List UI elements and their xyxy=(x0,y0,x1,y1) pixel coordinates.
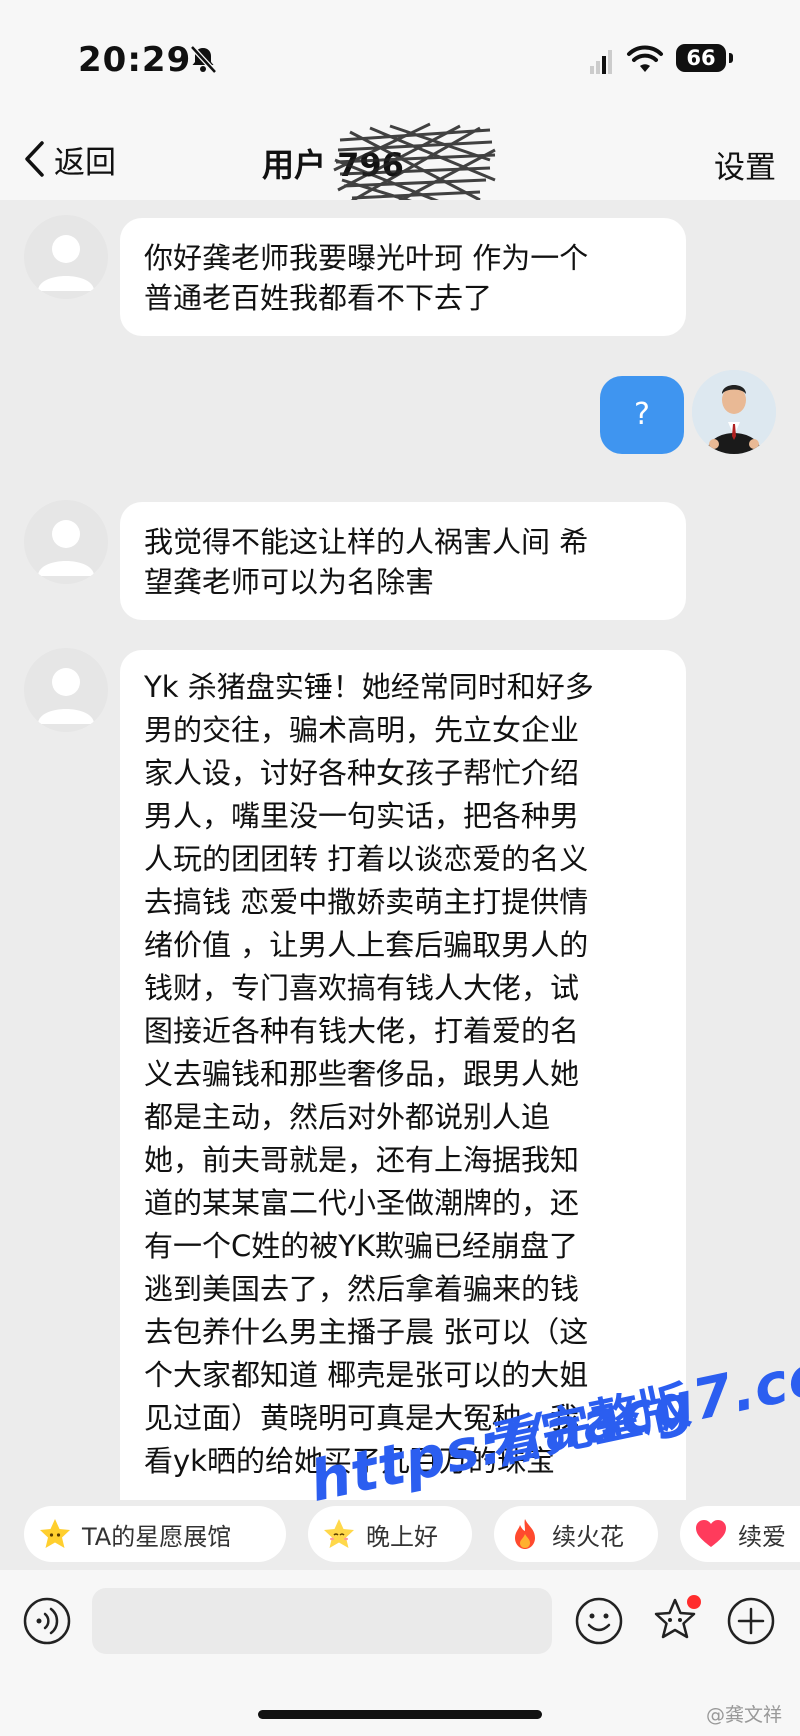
quick-reply-label: 晚上好 xyxy=(366,1522,438,1551)
message-line: 男的交往，骗术高明，先立女企业 xyxy=(144,713,580,747)
input-bar: @龚文祥 xyxy=(0,1570,800,1736)
back-button[interactable]: 返回 xyxy=(22,134,116,184)
message-line: 你好龚老师我要曝光叶珂 作为一个 xyxy=(144,241,589,275)
redaction-scribble xyxy=(333,122,496,208)
message-line: 去包养什么男主播子晨 张可以（这 xyxy=(144,1315,589,1349)
chevron-left-icon xyxy=(25,141,44,177)
user-photo-icon xyxy=(692,370,776,454)
message-line: 人玩的团团转 打着以谈恋爱的名义 xyxy=(144,842,589,876)
message-line: 有一个C姓的被YK欺骗已经崩盘了 xyxy=(144,1229,578,1263)
home-indicator xyxy=(258,1710,542,1719)
message-line: 都是主动，然后对外都说别人追 xyxy=(144,1100,551,1134)
message-input[interactable] xyxy=(92,1588,552,1654)
message-line: 图接近各种有钱大佬，打着爱的名 xyxy=(144,1014,580,1048)
message-line: 绪价值 ，让男人上套后骗取男人的 xyxy=(144,928,589,962)
contact-avatar[interactable] xyxy=(24,500,108,584)
message-line: 她，前夫哥就是，还有上海据我知 xyxy=(144,1143,580,1177)
message-line: 逃到美国去了，然后拿着骗来的钱 xyxy=(144,1272,580,1306)
message-line: 望龚老师可以为名除害 xyxy=(144,565,435,599)
default-avatar-icon xyxy=(38,520,94,576)
weibo-watermark: @龚文祥 xyxy=(705,1704,782,1726)
own-message-bubble[interactable]: ? xyxy=(600,376,684,454)
quick-reply-chip[interactable]: 续爱 xyxy=(680,1506,800,1562)
fire-icon xyxy=(515,1519,535,1549)
message-bubble[interactable]: 你好龚老师我要曝光叶珂 作为一个 普通老百姓我都看不下去了 xyxy=(120,218,686,336)
bell-muted-icon xyxy=(190,45,217,74)
plus-icon[interactable] xyxy=(726,1596,776,1646)
message-line: 道的某某富二代小圣做潮牌的，还 xyxy=(144,1186,580,1220)
quick-reply-chip[interactable]: TA的星愿展馆 xyxy=(24,1506,286,1562)
status-bar: 20:29 66 xyxy=(0,0,800,120)
heart-icon xyxy=(696,1520,726,1547)
contact-avatar[interactable] xyxy=(24,648,108,732)
wifi-icon xyxy=(627,45,663,72)
message-line: 我觉得不能这让样的人祸害人间 希 xyxy=(144,525,589,559)
contact-avatar[interactable] xyxy=(24,215,108,299)
message-line: 家人设，讨好各种女孩子帮忙介绍 xyxy=(144,756,580,790)
message-line: 普通老百姓我都看不下去了 xyxy=(144,281,493,315)
status-time: 20:29 xyxy=(78,40,192,80)
default-avatar-icon xyxy=(38,668,94,724)
signal-icon xyxy=(590,50,612,74)
quick-reply-label: TA的星愿展馆 xyxy=(82,1522,232,1551)
self-avatar[interactable] xyxy=(692,370,776,454)
default-avatar-icon xyxy=(38,235,94,291)
emoji-icon[interactable] xyxy=(574,1596,624,1646)
quick-reply-label: 续爱 xyxy=(738,1522,786,1551)
quick-reply-label: 续火花 xyxy=(552,1522,624,1551)
voice-icon[interactable] xyxy=(22,1596,72,1646)
star-feature-icon[interactable] xyxy=(648,1594,702,1648)
message-line: 去搞钱 恋爱中撒娇卖萌主打提供情 xyxy=(144,885,589,919)
message-line: 义去骗钱和那些奢侈品，跟男人她 xyxy=(144,1057,580,1091)
quick-reply-chip[interactable]: 续火花 xyxy=(494,1506,658,1562)
quick-reply-chip[interactable]: 晚上好 xyxy=(308,1506,472,1562)
message-bubble-long[interactable]: Yk 杀猪盘实锤！她经常同时和好多 男的交往，骗术高明，先立女企业 家人设，讨好… xyxy=(120,650,686,1500)
chat-area[interactable]: 你好龚老师我要曝光叶珂 作为一个 普通老百姓我都看不下去了 ? 我觉得不能这让样… xyxy=(0,200,800,1500)
back-label: 返回 xyxy=(54,144,116,181)
settings-button[interactable]: 设置 xyxy=(714,142,776,187)
message-bubble[interactable]: 我觉得不能这让样的人祸害人间 希 望龚老师可以为名除害 xyxy=(120,502,686,620)
battery-tip xyxy=(729,53,733,63)
battery-indicator: 66 xyxy=(676,44,726,72)
nav-bar: 返回 用户 796 设置 xyxy=(0,120,800,208)
message-line: 男人，嘴里没一句实话，把各种男 xyxy=(144,799,580,833)
message-line: 钱财，专门喜欢搞有钱人大佬，试 xyxy=(144,971,580,1005)
star-face-icon xyxy=(324,1519,354,1548)
star-icon xyxy=(40,1519,70,1548)
message-line: Yk 杀猪盘实锤！她经常同时和好多 xyxy=(144,670,594,704)
quick-reply-bar[interactable]: TA的星愿展馆 晚上好 续火花 续爱 xyxy=(0,1500,800,1570)
